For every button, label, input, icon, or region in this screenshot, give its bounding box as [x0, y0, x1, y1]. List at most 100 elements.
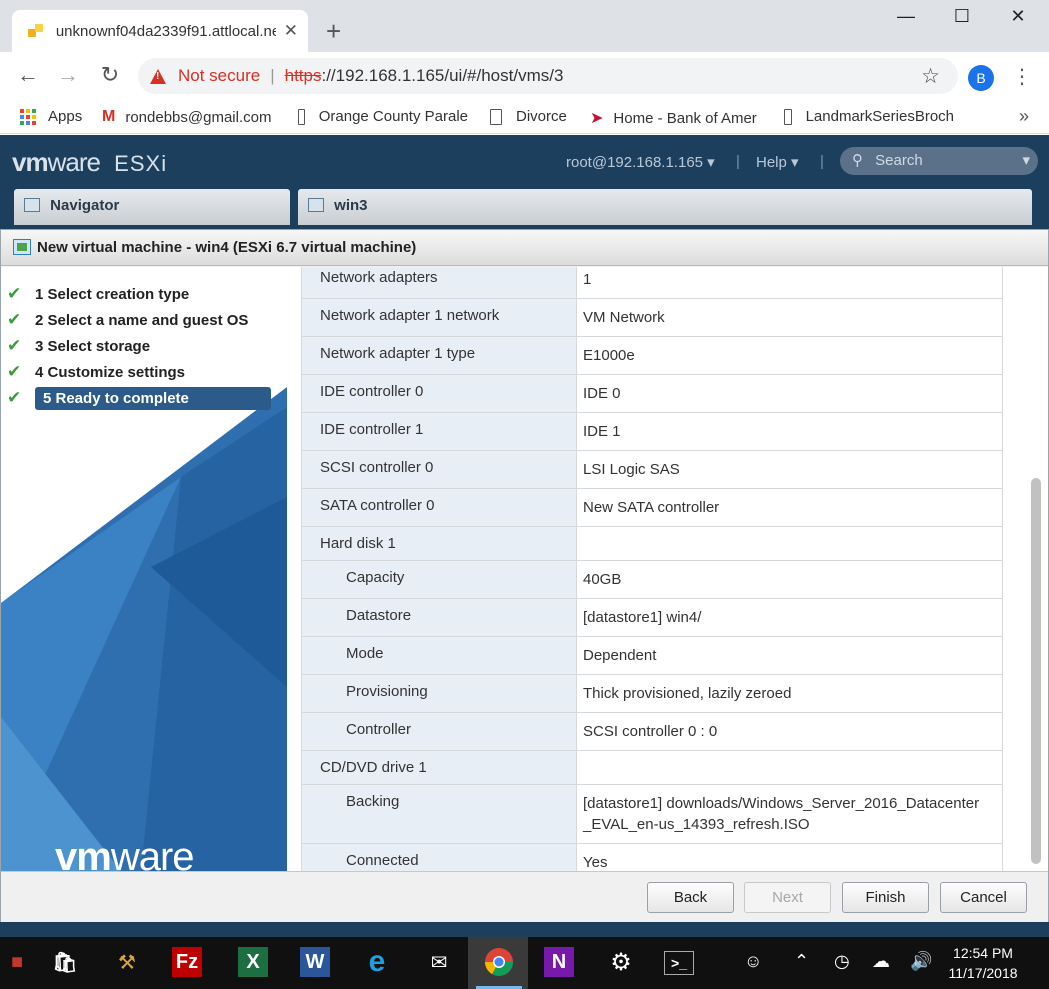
- taskbar-clock[interactable]: 12:54 PM 11/17/2018: [946, 943, 1020, 983]
- bookmark-landmark[interactable]: LandmarkSeriesBroch: [784, 108, 954, 125]
- summary-row: Controller SCSI controller 0 : 0: [301, 712, 1003, 751]
- help-menu[interactable]: Help ▾: [756, 153, 799, 171]
- onedrive-cloud-icon[interactable]: ☁: [872, 951, 890, 972]
- bookmark-divorce[interactable]: Divorce: [490, 108, 567, 125]
- address-bar[interactable]: Not secure | https ://192.168.1.165/ui/#…: [138, 58, 958, 94]
- bookmark-label: rondebbs@gmail.com: [125, 108, 272, 126]
- summary-value: 40GB: [576, 560, 1003, 599]
- wizard-step-4[interactable]: ✔ 4 Customize settings: [7, 360, 185, 384]
- finish-button[interactable]: Finish: [842, 882, 929, 913]
- not-secure-label[interactable]: Not secure: [178, 66, 260, 86]
- wizard-step-5-active[interactable]: ✔ 5 Ready to complete: [7, 386, 271, 410]
- tray-chevron-up-icon[interactable]: ⌃: [794, 951, 809, 972]
- summary-row: Network adapters 1: [301, 267, 1003, 299]
- summary-value: New SATA controller: [576, 488, 1003, 527]
- window-close-icon[interactable]: ✕: [998, 6, 1038, 27]
- step-label: 3 Select storage: [35, 337, 151, 355]
- word-icon[interactable]: W: [300, 947, 330, 977]
- onenote-icon[interactable]: N: [544, 947, 574, 977]
- tab-close-icon[interactable]: ✕: [284, 21, 298, 41]
- store-icon[interactable]: 🛍: [48, 945, 82, 979]
- wizard-step-3[interactable]: ✔ 3 Select storage: [7, 334, 150, 358]
- header-divider: |: [820, 153, 824, 170]
- wizard-step-2[interactable]: ✔ 2 Select a name and guest OS: [7, 308, 248, 332]
- new-vm-icon: [13, 239, 31, 255]
- bookmark-orange-county[interactable]: Orange County Parale: [298, 108, 468, 125]
- minimize-icon[interactable]: —: [886, 6, 926, 27]
- wifi-icon[interactable]: ◷: [834, 951, 850, 972]
- settings-gear-icon[interactable]: ⚙: [604, 945, 638, 979]
- bookmark-star-icon[interactable]: ☆: [921, 64, 940, 89]
- summary-row: Hard disk 1: [301, 526, 1003, 561]
- browser-menu-icon[interactable]: ⋮: [1012, 64, 1032, 89]
- windows-taskbar: ■ 🛍 ⚒ Fz X W e ✉ N ⚙ >_ ☺ ⌃ ◷ ☁ 🔊 12:54 …: [0, 937, 1049, 989]
- command-prompt-icon[interactable]: >_: [664, 951, 694, 975]
- reload-icon[interactable]: ↻: [96, 62, 124, 88]
- step-label: 1 Select creation type: [35, 285, 190, 303]
- bookmark-gmail[interactable]: M rondebbs@gmail.com: [102, 108, 274, 126]
- summary-value: 1: [576, 267, 1003, 299]
- toolbox-app-icon[interactable]: ■: [0, 945, 34, 979]
- summary-value: E1000e: [576, 336, 1003, 375]
- summary-scrollbar[interactable]: [1031, 478, 1041, 864]
- bank-flag-icon: ➤: [590, 110, 604, 127]
- summary-row: SATA controller 0 New SATA controller: [301, 488, 1003, 527]
- chevron-down-icon[interactable]: ▾: [1022, 147, 1030, 175]
- summary-value: [datastore1] downloads/Windows_Server_20…: [576, 784, 1003, 844]
- bookmark-apps[interactable]: Apps: [20, 108, 82, 125]
- new-tab-button[interactable]: +: [326, 18, 341, 44]
- bookmarks-overflow-icon[interactable]: »: [1019, 106, 1029, 127]
- vm-panel-label: win3: [334, 197, 368, 214]
- apps-grid-icon: [20, 108, 36, 125]
- bookmark-label: Apps: [48, 108, 83, 125]
- browser-tab[interactable]: unknownf04da2339f91.attlocal.net ✕: [12, 10, 308, 52]
- summary-scroll-area[interactable]: Network adapters 1 Network adapter 1 netwo…: [287, 267, 1048, 871]
- summary-row: Backing [datastore1] downloads/Windows_Se…: [301, 784, 1003, 844]
- user-menu[interactable]: root@192.168.1.165 ▾: [566, 153, 715, 171]
- check-icon: ✔: [7, 310, 22, 329]
- chrome-icon[interactable]: [482, 945, 516, 979]
- summary-row: Datastore [datastore1] win4/: [301, 598, 1003, 637]
- summary-value: [datastore1] win4/: [576, 598, 1003, 637]
- summary-value: IDE 1: [576, 412, 1003, 451]
- internet-explorer-icon[interactable]: e: [360, 945, 394, 979]
- profile-avatar[interactable]: B: [968, 65, 994, 91]
- cancel-button[interactable]: Cancel: [940, 882, 1027, 913]
- summary-key: Network adapter 1 type: [301, 336, 577, 375]
- next-button[interactable]: Next: [744, 882, 831, 913]
- document-icon: [784, 108, 792, 125]
- back-button[interactable]: Back: [647, 882, 734, 913]
- bookmark-bank-of-america[interactable]: ➤ Home - Bank of Amer: [590, 108, 760, 128]
- navigator-panel-header[interactable]: Navigator: [14, 189, 290, 225]
- clock-date: 11/17/2018: [948, 965, 1018, 981]
- check-icon: ✔: [7, 388, 22, 407]
- volume-icon[interactable]: 🔊: [910, 951, 932, 972]
- summary-key: Provisioning: [301, 674, 577, 713]
- people-icon[interactable]: ☺: [744, 951, 762, 972]
- summary-row: IDE controller 0 IDE 0: [301, 374, 1003, 413]
- filezilla-icon[interactable]: Fz: [172, 947, 202, 977]
- search-icon: ⚲: [852, 152, 863, 169]
- esxi-search-box[interactable]: ⚲ Search ▾: [840, 147, 1038, 175]
- wizard-step-1[interactable]: ✔ 1 Select creation type: [7, 282, 189, 306]
- vm-panel-header[interactable]: win3: [298, 189, 1032, 225]
- logo-ware: ware: [47, 147, 101, 177]
- summary-key: Backing: [301, 784, 577, 844]
- tools-icon[interactable]: ⚒: [110, 945, 144, 979]
- check-icon: ✔: [7, 362, 22, 381]
- summary-row: Mode Dependent: [301, 636, 1003, 675]
- mail-icon[interactable]: ✉: [422, 945, 456, 979]
- summary-value: [576, 526, 1003, 561]
- summary-row: Capacity 40GB: [301, 560, 1003, 599]
- maximize-icon[interactable]: ☐: [942, 6, 982, 27]
- summary-row: SCSI controller 0 LSI Logic SAS: [301, 450, 1003, 489]
- forward-arrow-icon[interactable]: →: [54, 62, 82, 88]
- clock-time: 12:54 PM: [953, 945, 1013, 961]
- step-label: 2 Select a name and guest OS: [35, 311, 249, 329]
- back-arrow-icon[interactable]: ←: [14, 62, 42, 88]
- excel-icon[interactable]: X: [238, 947, 268, 977]
- summary-key: Controller: [301, 712, 577, 751]
- summary-value: Yes: [576, 843, 1003, 871]
- logo-vm: vm: [12, 147, 49, 177]
- summary-row: Connected Yes: [301, 843, 1003, 871]
